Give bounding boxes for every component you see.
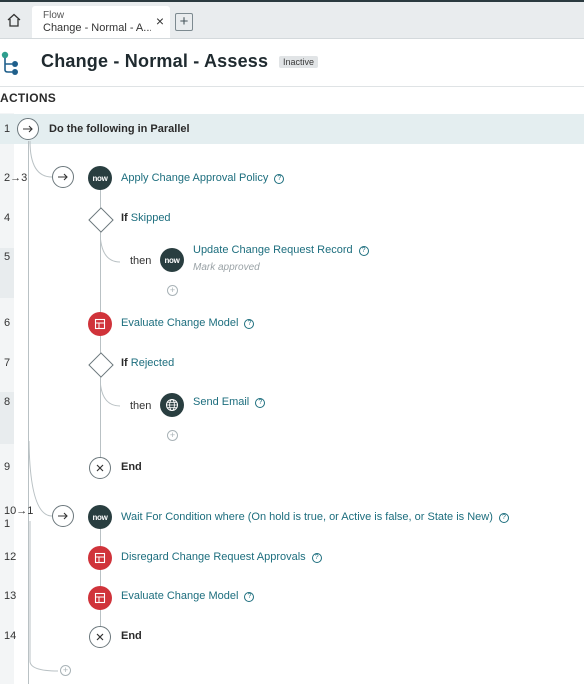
row-number: 1	[4, 518, 11, 530]
if-condition-value: Rejected	[130, 357, 175, 369]
action-label: Disregard Change Request Approvals	[121, 551, 306, 563]
flow-header: Change - Normal - Assess Inactive	[0, 38, 584, 87]
end-label: End	[121, 630, 142, 642]
now-icon: now	[160, 248, 184, 272]
actions-section-label: ACTIONS	[0, 91, 57, 105]
now-icon: now	[88, 505, 112, 529]
decision-table-icon	[88, 312, 112, 336]
branch-arrow-icon[interactable]	[52, 166, 74, 188]
row-number: 4	[4, 212, 11, 224]
action-update-change-request-record[interactable]: Update Change Request Record?	[193, 244, 369, 256]
row-number: 12	[4, 551, 17, 563]
help-icon[interactable]: ?	[244, 319, 255, 329]
row-number: 7	[4, 357, 11, 369]
flow-icon	[1, 51, 18, 75]
end-icon	[89, 626, 111, 648]
row-number: 1	[4, 123, 11, 135]
if-condition[interactable]: If Rejected	[121, 357, 174, 369]
row-number: 8	[4, 396, 11, 408]
end-icon	[89, 457, 111, 479]
help-icon[interactable]: ?	[311, 553, 322, 563]
row-number: 6	[4, 317, 11, 329]
parallel-icon	[17, 118, 39, 140]
action-label: Evaluate Change Model	[121, 317, 239, 329]
row-number: 13	[4, 590, 17, 602]
then-label: then	[130, 255, 152, 267]
tab-label: Flow	[43, 10, 65, 21]
row-number: 2→3	[4, 172, 28, 184]
help-icon[interactable]: ?	[358, 246, 369, 256]
add-step-button[interactable]: +	[167, 285, 178, 296]
decision-table-icon	[88, 546, 112, 570]
page-title: Change - Normal - Assess	[41, 51, 269, 71]
action-label: Send Email	[193, 396, 250, 408]
home-button[interactable]	[0, 2, 28, 38]
action-evaluate-change-model[interactable]: Evaluate Change Model?	[121, 590, 255, 602]
parallel-label: Do the following in Parallel	[49, 123, 190, 135]
tab-flow[interactable]: Flow Change - Normal - A... ×	[32, 6, 170, 38]
action-label: Apply Change Approval Policy	[121, 172, 269, 184]
row-number: 14	[4, 630, 17, 642]
action-send-email[interactable]: Send Email?	[193, 396, 266, 408]
action-label: Evaluate Change Model	[121, 590, 239, 602]
action-label: Wait For Condition where (On hold is tru…	[121, 511, 493, 523]
if-condition[interactable]: If Skipped	[121, 212, 171, 224]
help-icon[interactable]: ?	[274, 174, 285, 184]
tab-flow-name: Change - Normal - A...	[43, 22, 151, 34]
add-step-button[interactable]: +	[60, 665, 71, 676]
action-annotation: Mark approved	[193, 262, 260, 273]
status-badge: Inactive	[279, 56, 319, 68]
help-icon[interactable]: ?	[244, 592, 255, 602]
action-apply-change-approval-policy[interactable]: Apply Change Approval Policy?	[121, 172, 285, 184]
globe-icon	[160, 393, 184, 417]
action-evaluate-change-model[interactable]: Evaluate Change Model?	[121, 317, 255, 329]
home-icon	[7, 13, 21, 27]
branch-arrow-icon[interactable]	[52, 505, 74, 527]
action-label: Update Change Request Record	[193, 244, 353, 256]
decision-table-icon	[88, 586, 112, 610]
then-label: then	[130, 400, 152, 412]
row-number: 10→1	[4, 505, 34, 517]
if-keyword: If	[121, 212, 128, 224]
help-icon[interactable]: ?	[255, 398, 266, 408]
add-tab-button[interactable]: +	[175, 13, 193, 31]
if-condition-value: Skipped	[130, 212, 171, 224]
close-tab-icon[interactable]: ×	[156, 14, 164, 28]
row-number: 5	[4, 251, 11, 263]
if-keyword: If	[121, 357, 128, 369]
add-step-button[interactable]: +	[167, 430, 178, 441]
help-icon[interactable]: ?	[498, 513, 509, 523]
action-wait-for-condition[interactable]: Wait For Condition where (On hold is tru…	[121, 511, 509, 523]
now-icon: now	[88, 166, 112, 190]
end-label: End	[121, 461, 142, 473]
action-disregard-change-request-approvals[interactable]: Disregard Change Request Approvals?	[121, 551, 322, 563]
row-number: 9	[4, 461, 11, 473]
